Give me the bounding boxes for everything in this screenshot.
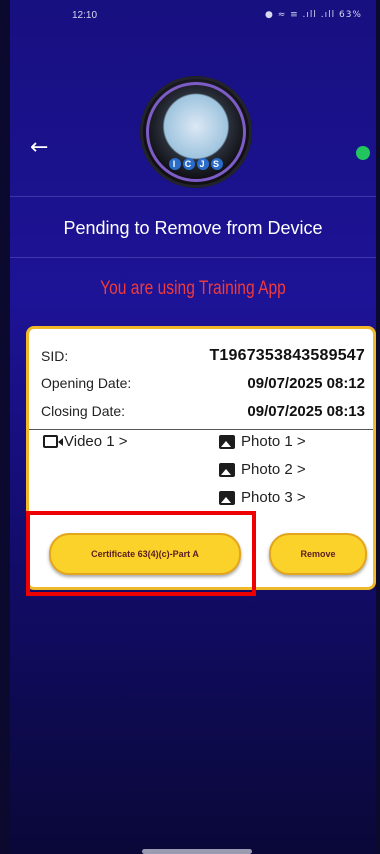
logo-letters: ICJS [140,158,252,170]
app-header: ← ICJS [10,30,376,200]
logo-letter: S [211,158,223,170]
status-icons: ● ≈ ≡ .ıll .ıll 63% [265,10,362,20]
status-time: 12:10 [72,9,98,21]
sid-row: SID: T1967353843589547 [41,345,365,367]
sid-label: SID: [41,348,69,364]
photo-link-3[interactable]: Photo 3 > [219,489,306,506]
sid-value: T1967353843589547 [209,347,365,364]
video-link-label: Video 1 > [64,433,128,450]
photo-link-label: Photo 3 > [241,489,306,506]
logo-letter: I [169,158,181,170]
card-divider [29,429,373,430]
opening-date-label: Opening Date: [41,375,132,391]
remove-button[interactable]: Remove [269,533,367,575]
closing-date-row: Closing Date: 09/07/2025 08:13 [41,400,365,422]
opening-date-row: Opening Date: 09/07/2025 08:12 [41,372,365,394]
logo-letter: J [197,158,209,170]
video-link-1[interactable]: Video 1 > [43,433,128,450]
back-arrow-icon[interactable]: ← [30,136,54,160]
status-bar: 12:10 ● ≈ ≡ .ıll .ıll 63% [10,0,376,30]
image-icon [219,490,235,505]
page-title: Pending to Remove from Device [63,218,323,238]
annotation-highlight-box [26,511,256,596]
training-app-notice: You are using Training App [100,278,286,299]
app-logo: ICJS [140,76,252,188]
photo-link-2[interactable]: Photo 2 > [219,461,306,478]
logo-letter: C [183,158,195,170]
photo-link-label: Photo 1 > [241,433,306,450]
online-status-dot [356,146,370,160]
image-icon [219,434,235,449]
photo-link-1[interactable]: Photo 1 > [219,433,306,450]
opening-date-value: 09/07/2025 08:12 [247,374,365,392]
header-divider [10,196,376,197]
video-camera-icon [43,435,63,448]
home-indicator[interactable] [142,849,252,854]
status-signal-icons: ● ≈ ≡ .ıll .ıll [265,10,336,20]
photo-link-label: Photo 2 > [241,461,306,478]
app-screen: 12:10 ● ≈ ≡ .ıll .ıll 63% ← ICJS Pending… [10,0,376,854]
closing-date-label: Closing Date: [41,403,126,419]
image-icon [219,462,235,477]
battery-level: 63% [338,10,362,20]
title-divider [10,257,376,258]
closing-date-value: 09/07/2025 08:13 [247,402,365,420]
